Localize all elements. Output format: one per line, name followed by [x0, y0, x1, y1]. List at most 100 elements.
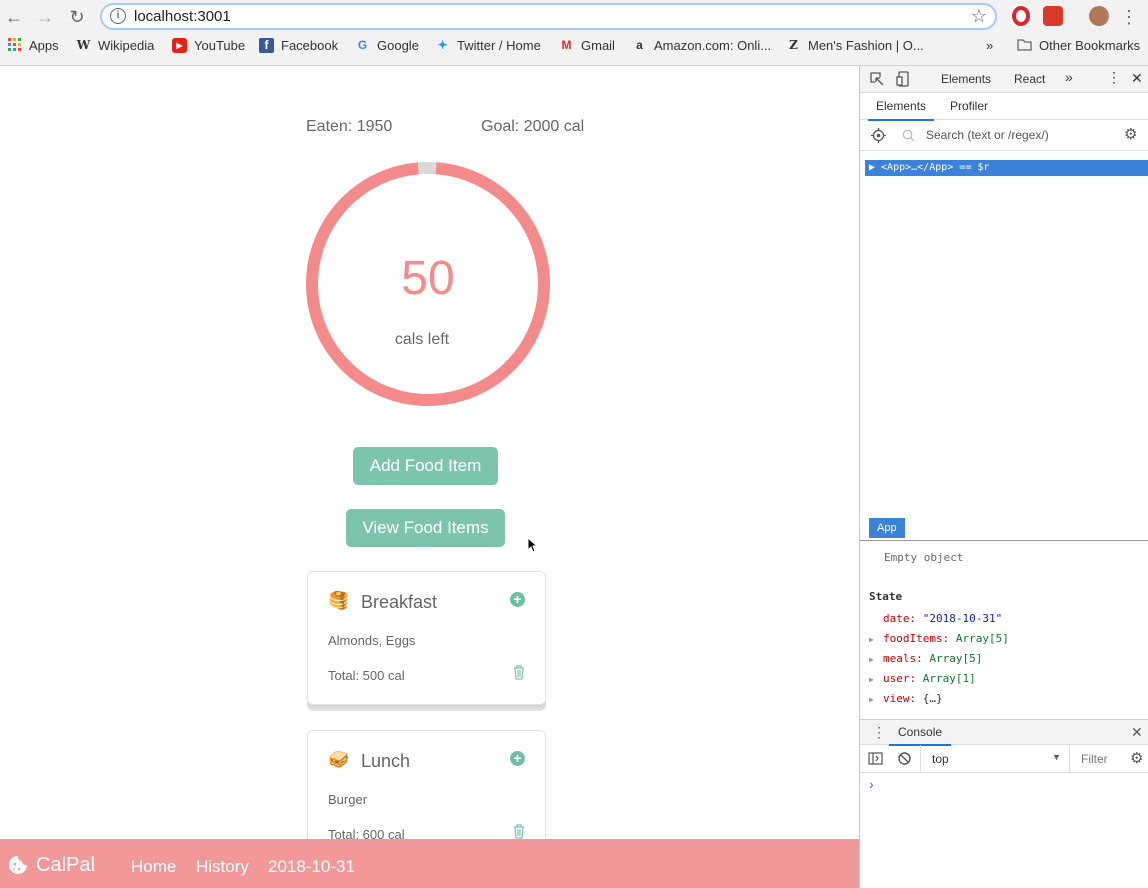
device-toolbar-icon[interactable]: [896, 71, 910, 87]
devtools-top-bar: Elements React » ⋮ ✕: [860, 66, 1148, 95]
nav-home[interactable]: Home: [131, 857, 176, 877]
props-empty-text: Empty object: [884, 551, 964, 564]
component-tree-row-app[interactable]: ▶ <App>…</App> == $r: [865, 160, 1148, 176]
settings-gear-icon[interactable]: ⚙: [1124, 125, 1137, 143]
z-icon: Z: [789, 38, 798, 52]
bookmark-twitter[interactable]: ✦ Twitter / Home: [435, 38, 540, 53]
bookmark-mens-fashion[interactable]: Z Men's Fashion | O...: [786, 38, 924, 53]
nav-history[interactable]: History: [196, 857, 249, 877]
close-devtools-icon[interactable]: ✕: [1131, 70, 1143, 87]
bookmark-other[interactable]: Other Bookmarks: [1017, 38, 1140, 53]
eaten-label: Eaten: 1950: [306, 118, 393, 135]
close-drawer-icon[interactable]: ✕: [1131, 724, 1143, 741]
clear-console-icon[interactable]: [897, 751, 912, 766]
inspect-element-icon[interactable]: [870, 72, 885, 87]
subtab-elements[interactable]: Elements: [868, 99, 935, 121]
component-search-input[interactable]: Search (text or /regex/): [926, 128, 1049, 142]
console-settings-icon[interactable]: ⚙: [1130, 749, 1143, 767]
bookmark-amazon[interactable]: a Amazon.com: Onli...: [632, 38, 771, 53]
wikipedia-icon: W: [76, 38, 91, 52]
url-text[interactable]: localhost:3001: [134, 8, 231, 25]
youtube-icon: ▶: [172, 38, 187, 53]
folder-icon: [1017, 38, 1032, 53]
search-icon: [902, 129, 915, 142]
bookmark-gmail[interactable]: M Gmail: [559, 38, 615, 53]
meal-title: Breakfast: [361, 592, 438, 612]
meal-card-breakfast[interactable]: 🥞 Breakfast + Almonds, Eggs Total: 500 c…: [307, 571, 546, 705]
app-viewport: Eaten: 1950 Goal: 2000 cal 50 cals left …: [0, 66, 859, 888]
add-food-item-button[interactable]: Add Food Item: [353, 447, 498, 485]
expand-arrow-icon[interactable]: ▶: [869, 695, 883, 704]
view-food-items-button[interactable]: View Food Items: [346, 509, 505, 547]
expand-arrow-icon[interactable]: ▶: [869, 635, 883, 644]
expand-arrow-icon[interactable]: ▶: [869, 655, 883, 664]
state-row-meals[interactable]: ▶ meals: Array[5]: [869, 652, 982, 665]
divider: [1069, 745, 1070, 772]
bookmark-google[interactable]: G Google: [355, 38, 419, 53]
divider: [920, 745, 921, 772]
selected-component-tag: App: [869, 518, 905, 538]
menu-icon[interactable]: ⋮: [1118, 6, 1140, 28]
back-icon[interactable]: ←: [3, 6, 25, 28]
goal-label: Goal: 2000 cal: [481, 118, 585, 135]
divider: [860, 540, 1148, 541]
browser-toolbar: ← → ↻ i localhost:3001 ☆ ⋮ Apps W Wikipe…: [0, 0, 1148, 66]
bookmarks-bar: Apps W Wikipedia ▶ YouTube f Facebook G …: [0, 38, 1148, 58]
forward-icon[interactable]: →: [34, 6, 56, 28]
subtab-profiler[interactable]: Profiler: [950, 99, 988, 113]
bookmarks-overflow-button[interactable]: »: [986, 38, 993, 53]
calorie-ring: 50 cals left: [306, 162, 550, 406]
address-bar[interactable]: i localhost:3001 ☆: [100, 3, 997, 30]
add-item-icon[interactable]: +: [510, 751, 525, 766]
sidebar-toggle-icon[interactable]: [868, 752, 883, 765]
state-header: State: [869, 590, 903, 603]
bookmark-apps[interactable]: Apps: [7, 38, 59, 53]
trash-icon[interactable]: [513, 665, 525, 680]
state-row-fooditems[interactable]: ▶ foodItems: Array[5]: [869, 632, 1009, 645]
state-row-date[interactable]: date: "2018-10-31": [869, 612, 1002, 625]
state-row-view[interactable]: ▶ view: {…}: [869, 692, 943, 705]
info-icon[interactable]: i: [110, 8, 126, 24]
target-icon[interactable]: [871, 128, 886, 143]
drawer-menu-icon[interactable]: ⋮: [872, 724, 886, 741]
mouse-cursor-icon: [527, 537, 539, 553]
context-select[interactable]: top: [932, 752, 949, 766]
console-drawer-bar: ⋮ Console ✕: [860, 719, 1148, 746]
extension-icon[interactable]: [1043, 6, 1063, 26]
trash-icon[interactable]: [513, 824, 525, 839]
bookmark-youtube[interactable]: ▶ YouTube: [172, 38, 245, 53]
apps-grid-icon: [7, 38, 22, 53]
meal-items: Burger: [328, 792, 368, 807]
cals-left-value: 50: [401, 252, 454, 305]
bookmark-wikipedia[interactable]: W Wikipedia: [76, 38, 155, 53]
nav-date[interactable]: 2018-10-31: [268, 857, 355, 877]
sandwich-icon: 🥪: [328, 750, 350, 769]
meal-items: Almonds, Eggs: [328, 633, 416, 648]
opera-extension-icon[interactable]: [1011, 6, 1031, 26]
bookmark-star-icon[interactable]: ☆: [971, 6, 987, 27]
gmail-icon: M: [561, 38, 572, 52]
facebook-icon: f: [259, 38, 274, 53]
tab-elements[interactable]: Elements: [941, 72, 991, 86]
devtools-panel: Elements React » ⋮ ✕ Elements Profiler S…: [859, 66, 1148, 888]
brand-name[interactable]: CalPal: [36, 854, 95, 877]
tab-console[interactable]: Console: [889, 725, 952, 746]
console-prompt[interactable]: ›: [869, 776, 874, 792]
meal-total: Total: 500 cal: [328, 668, 405, 683]
chevron-down-icon[interactable]: ▼: [1052, 752, 1061, 762]
react-subtabs: Elements Profiler: [860, 93, 1148, 121]
state-row-user[interactable]: ▶ user: Array[1]: [869, 672, 976, 685]
more-tabs-icon[interactable]: »: [1065, 69, 1073, 85]
profile-avatar[interactable]: [1089, 6, 1109, 26]
reload-icon[interactable]: ↻: [66, 6, 88, 28]
tab-react[interactable]: React: [1014, 72, 1046, 95]
component-search-row: Search (text or /regex/) ⚙: [860, 120, 1148, 151]
console-toolbar: top ▼ Filter ⚙: [860, 745, 1148, 773]
devtools-menu-icon[interactable]: ⋮: [1107, 69, 1121, 86]
cals-left-label: cals left: [395, 331, 450, 348]
add-item-icon[interactable]: +: [510, 592, 525, 607]
console-filter-input[interactable]: Filter: [1081, 752, 1108, 766]
bookmark-facebook[interactable]: f Facebook: [259, 38, 338, 53]
expand-arrow-icon[interactable]: ▶: [869, 675, 883, 684]
cookie-logo-icon: [9, 856, 27, 874]
